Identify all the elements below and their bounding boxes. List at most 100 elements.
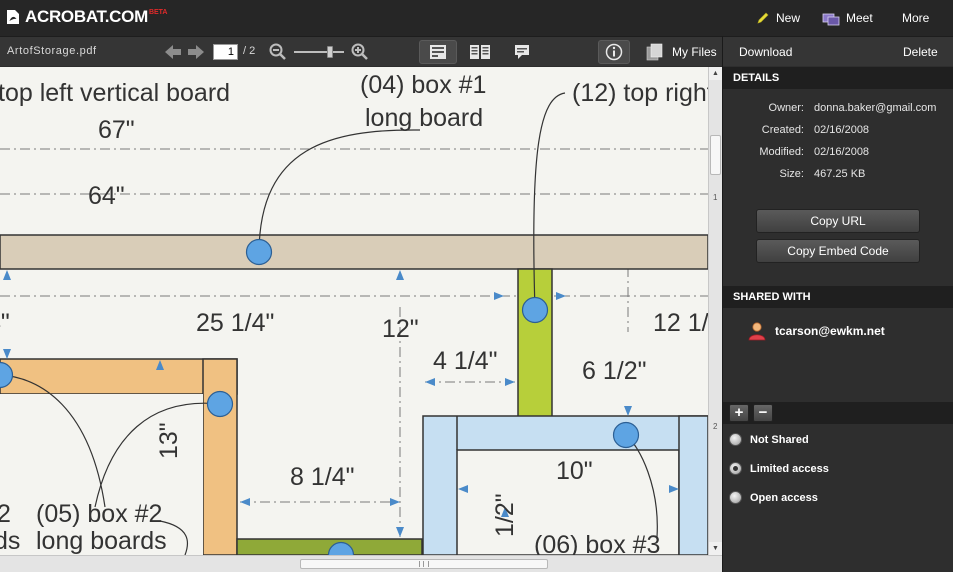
created-label: Created: <box>761 124 804 136</box>
acrobat-logo-icon <box>7 10 19 24</box>
radio-button[interactable] <box>729 491 742 504</box>
modified-label: Modified: <box>759 146 804 158</box>
new-label: New <box>776 11 801 25</box>
callout-04 <box>245 238 273 266</box>
label-left-2: 2 <box>0 500 11 528</box>
single-page-icon <box>430 45 446 59</box>
pencil-icon <box>757 12 769 24</box>
files-icon <box>646 43 663 61</box>
size-value: 467.25 KB <box>814 168 866 180</box>
comment-icon <box>515 45 529 59</box>
label-box2-b: long boards <box>36 527 167 555</box>
acrobat-logo[interactable]: ACROBAT.COM BETA <box>6 7 167 27</box>
shared-with-heading: SHARED WITH <box>723 286 953 308</box>
callout-05 <box>206 390 234 418</box>
user-icon <box>748 322 766 341</box>
single-page-view-button[interactable] <box>419 40 457 64</box>
acrobat-window: ACROBAT.COM BETA New Meet More ArtofStor… <box>0 0 953 572</box>
vertical-scrollbar[interactable]: ▲ 1 2 ▼ <box>708 67 722 555</box>
shared-user-email: tcarson@ewkm.net <box>775 324 885 338</box>
label-8-1-4: 8 1/4" <box>290 463 354 491</box>
callout-06 <box>612 421 640 449</box>
document-toolbar: ArtofStorage.pdf / 2 <box>0 36 722 66</box>
zoom-out-icon[interactable] <box>269 43 287 61</box>
beta-badge: BETA <box>148 9 168 16</box>
zoom-in-icon[interactable] <box>351 43 369 61</box>
modified-value: 02/16/2008 <box>814 146 870 158</box>
meet-label: Meet <box>846 11 873 25</box>
meet-icon <box>822 13 840 25</box>
label-box3: (06) box #3 <box>534 531 660 555</box>
more-label: More <box>902 11 930 25</box>
label-box1-a: (04) box #1 <box>360 71 486 99</box>
top-bar: ACROBAT.COM BETA New Meet More <box>0 0 953 36</box>
vertical-scroll-thumb[interactable] <box>710 135 721 175</box>
label-top-right: (12) top right <box>572 79 708 107</box>
zoom-slider[interactable] <box>294 46 344 58</box>
label-12: 12" <box>382 315 419 343</box>
page-total: / 2 <box>243 45 256 57</box>
remove-share-button[interactable]: − <box>753 404 773 422</box>
size-label: Size: <box>779 168 804 180</box>
horizontal-scrollbar[interactable] <box>0 555 722 572</box>
download-button[interactable]: Download <box>739 45 792 59</box>
two-page-view-button[interactable] <box>461 40 499 64</box>
label-13: 13" <box>155 422 183 459</box>
box2-side-board <box>202 358 238 555</box>
horizontal-scroll-thumb[interactable] <box>300 559 548 569</box>
info-icon <box>605 43 623 61</box>
radio-label-limited-access: Limited access <box>750 462 829 475</box>
scroll-grip-icon <box>419 561 429 567</box>
logo-text: ACROBAT.COM <box>25 7 148 26</box>
owner-label: Owner: <box>768 102 804 114</box>
new-button[interactable]: New <box>756 0 800 36</box>
shared-user[interactable]: tcarson@ewkm.net <box>747 321 885 341</box>
copy-url-button[interactable]: Copy URL <box>756 209 920 233</box>
label-10: 10" <box>556 457 593 485</box>
label-4-1-4: 4 1/4" <box>433 347 497 375</box>
label-left-ds: ds <box>0 527 20 555</box>
document-page: top left vertical board (04) box #1 long… <box>0 67 708 555</box>
meet-button[interactable]: Meet <box>822 0 873 36</box>
radio-not-shared[interactable]: Not Shared <box>729 433 809 446</box>
scroll-up-icon[interactable]: ▲ <box>709 67 722 80</box>
label-box2-a: (05) box #2 <box>36 500 162 528</box>
previous-page-icon[interactable] <box>164 44 182 60</box>
radio-button-selected[interactable] <box>729 462 742 475</box>
comments-view-button[interactable] <box>503 40 541 64</box>
label-top-left-vertical: top left vertical board <box>0 79 230 107</box>
label-4: 4" <box>0 309 10 337</box>
label-25-1-4: 25 1/4" <box>196 309 274 337</box>
page-marker-2: 2 <box>713 422 718 431</box>
label-67: 67" <box>98 116 135 144</box>
box2-top-board <box>0 358 238 395</box>
page-marker-1: 1 <box>713 193 718 202</box>
created-value: 02/16/2008 <box>814 124 870 136</box>
radio-label-open-access: Open access <box>750 491 818 504</box>
document-view[interactable]: top left vertical board (04) box #1 long… <box>0 67 708 555</box>
label-12-1-4: 12 1/4 <box>653 309 708 337</box>
label-6-1-2: 6 1/2" <box>582 357 646 385</box>
radio-limited-access[interactable]: Limited access <box>729 462 829 475</box>
my-files-button[interactable]: My Files <box>645 42 717 62</box>
details-panel: Download Delete DETAILS Owner: donna.bak… <box>722 36 953 572</box>
two-page-icon <box>470 45 490 59</box>
more-button[interactable]: More <box>902 0 929 36</box>
radio-button[interactable] <box>729 433 742 446</box>
label-64: 64" <box>88 182 125 210</box>
next-page-icon[interactable] <box>187 44 205 60</box>
delete-button[interactable]: Delete <box>903 45 938 59</box>
file-name: ArtofStorage.pdf <box>7 45 97 57</box>
copy-embed-code-button[interactable]: Copy Embed Code <box>756 239 920 263</box>
radio-label-not-shared: Not Shared <box>750 433 809 446</box>
owner-value: donna.baker@gmail.com <box>814 102 937 114</box>
radio-open-access[interactable]: Open access <box>729 491 818 504</box>
page-number-input[interactable] <box>213 44 238 60</box>
scroll-down-icon[interactable]: ▼ <box>709 542 722 555</box>
info-button[interactable] <box>598 40 630 64</box>
label-1-2: 1/2" <box>491 493 519 537</box>
callout-12 <box>521 296 549 324</box>
zoom-slider-handle[interactable] <box>327 46 333 58</box>
add-share-button[interactable]: + <box>729 404 749 422</box>
my-files-label: My Files <box>672 45 717 59</box>
